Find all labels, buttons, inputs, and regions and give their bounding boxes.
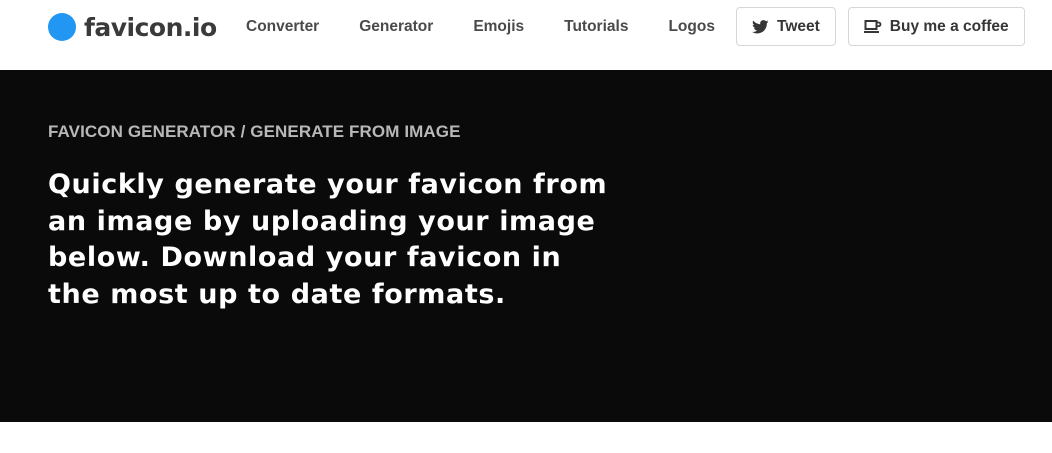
breadcrumb: FAVICON GENERATOR / GENERATE FROM IMAGE xyxy=(48,122,461,141)
hero-section: FAVICON GENERATOR / GENERATE FROM IMAGE … xyxy=(0,70,1052,422)
nav-link-tutorials[interactable]: Tutorials xyxy=(564,18,628,36)
buy-me-a-coffee-label: Buy me a coffee xyxy=(889,17,1009,35)
twitter-icon xyxy=(752,19,769,34)
brand-circle-icon xyxy=(48,13,76,41)
hero-title: Quickly generate your favicon from an im… xyxy=(48,169,608,310)
nav-links: Converter Generator Emojis Tutorials Log… xyxy=(246,17,755,37)
buy-me-a-coffee-button[interactable]: Buy me a coffee xyxy=(847,7,1025,46)
nav-link-emojis[interactable]: Emojis xyxy=(473,18,524,36)
nav-link-logos[interactable]: Logos xyxy=(668,18,715,36)
brand-logo-link[interactable]: favicon.io xyxy=(48,11,217,43)
tweet-button[interactable]: Tweet xyxy=(736,7,836,46)
tweet-button-label: Tweet xyxy=(777,17,820,35)
nav-link-converter[interactable]: Converter xyxy=(246,18,319,36)
nav-buttons: Tweet Buy me a coffee xyxy=(736,7,1025,46)
top-navbar: favicon.io Converter Generator Emojis Tu… xyxy=(0,0,1052,70)
nav-link-generator[interactable]: Generator xyxy=(359,18,433,36)
coffee-cup-icon xyxy=(863,19,882,34)
brand-name: favicon.io xyxy=(84,12,217,42)
